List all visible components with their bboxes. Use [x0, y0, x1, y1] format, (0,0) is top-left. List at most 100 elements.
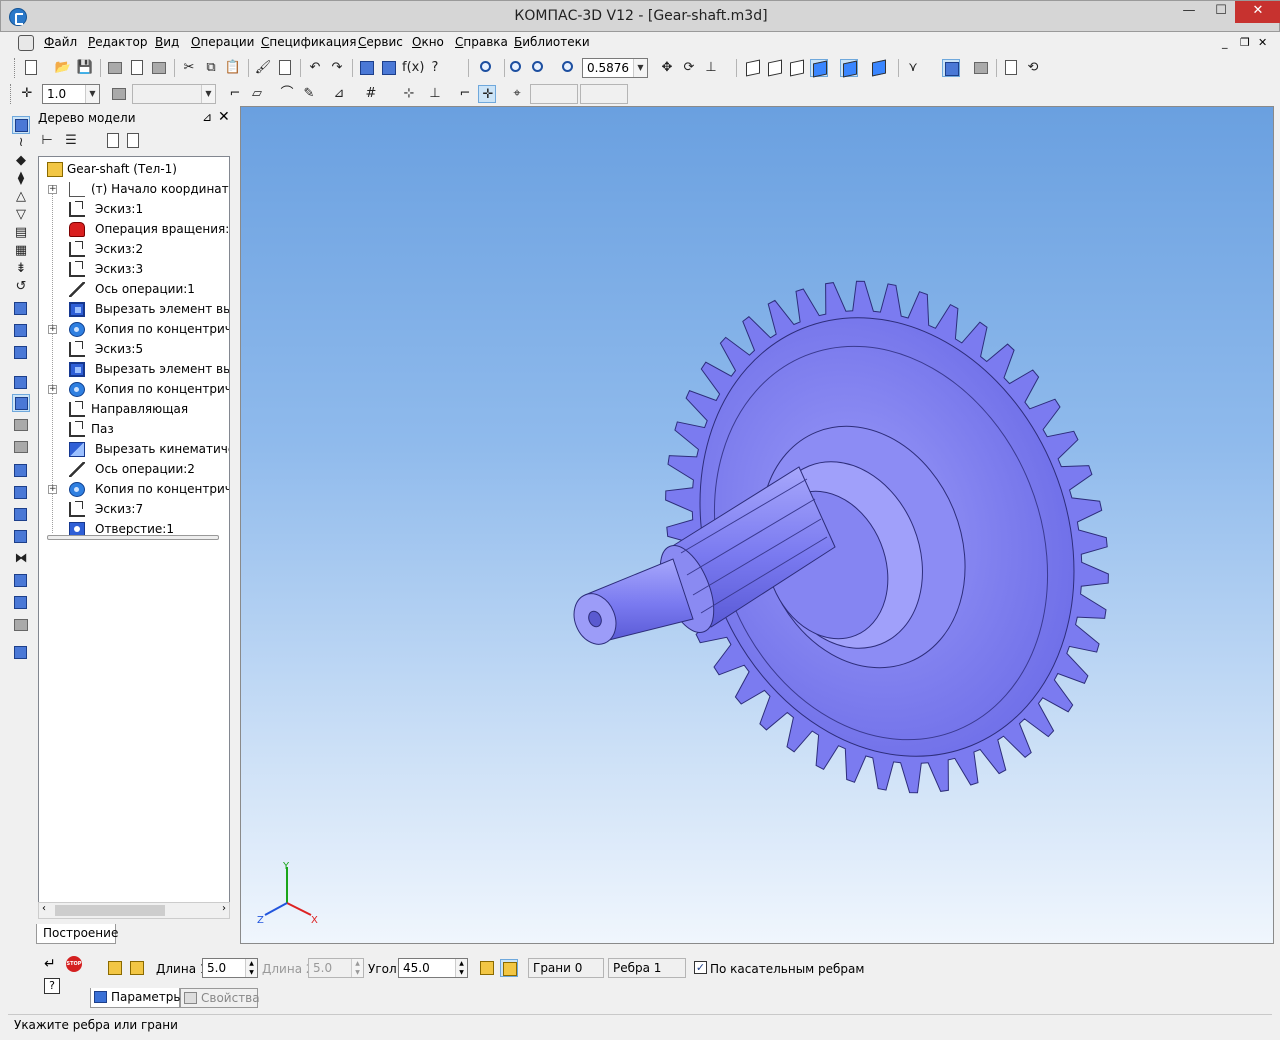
menu-operations[interactable]: Операции — [191, 35, 254, 49]
print-preview-button[interactable] — [128, 59, 146, 77]
coordinates-button[interactable]: ⌖ — [508, 85, 526, 103]
scroll-right-icon[interactable]: › — [222, 903, 226, 914]
save-button[interactable]: 💾 — [76, 59, 94, 77]
tab-construction[interactable]: Построение — [36, 924, 118, 944]
manager-button[interactable] — [358, 59, 376, 77]
ortho-button[interactable]: ⊹ — [400, 85, 418, 103]
toolbar-grip[interactable] — [10, 84, 13, 104]
step-dropdown-arrow[interactable] — [85, 85, 99, 103]
cut-button-v[interactable] — [12, 374, 30, 392]
tree-view-button[interactable]: ☰ — [62, 132, 80, 150]
snap-button[interactable]: ⌒ — [278, 85, 296, 103]
aux-geometry-button[interactable]: △ — [12, 188, 30, 206]
close-button[interactable]: ✕ — [1235, 1, 1280, 23]
wireframe-button[interactable] — [744, 59, 762, 77]
grid-button[interactable]: # — [362, 85, 380, 103]
properties-button[interactable] — [276, 59, 294, 77]
spec-tool-button[interactable]: ▦ — [12, 242, 30, 260]
paste-button[interactable]: 📋 — [224, 59, 242, 77]
direction-reverse-button[interactable] — [500, 959, 518, 977]
zoom-in-button[interactable] — [508, 59, 526, 77]
tree-item[interactable]: Вырезать кинематическі — [39, 439, 229, 459]
open-button[interactable]: 📂 — [54, 59, 72, 77]
document-system-menu-icon[interactable] — [18, 35, 34, 51]
perspective-button[interactable] — [870, 59, 888, 77]
maximize-button[interactable]: ☐ — [1205, 1, 1237, 23]
menu-window[interactable]: Окно — [412, 35, 444, 49]
expand-icon[interactable]: + — [48, 485, 57, 494]
chamfer-type-distance-button[interactable] — [106, 959, 124, 977]
tab-properties[interactable]: Свойства — [180, 988, 260, 1008]
expand-icon[interactable]: + — [48, 325, 57, 334]
step-cursor-button[interactable]: ✛ — [18, 85, 36, 103]
spec-button[interactable] — [1002, 59, 1020, 77]
layer-select[interactable] — [132, 84, 216, 104]
library-button[interactable] — [972, 59, 990, 77]
help-pointer-button[interactable]: ? — [426, 59, 444, 77]
tree-horizontal-scrollbar[interactable]: ‹ › — [38, 902, 230, 919]
chamfer-button[interactable] — [12, 394, 30, 412]
scale-button[interactable] — [12, 644, 30, 662]
zoom-all-button[interactable] — [530, 59, 548, 77]
new-document-button[interactable] — [22, 59, 40, 77]
tree-structure-button[interactable]: ⊢ — [38, 132, 56, 150]
edit-in-place-button[interactable] — [942, 59, 960, 77]
expand-icon[interactable]: + — [48, 385, 57, 394]
tangent-edges-checkbox[interactable]: ✓ — [694, 961, 707, 974]
tree-item[interactable]: Ось операции:1 — [39, 279, 229, 299]
angle-spinner[interactable]: ▲ ▼ — [455, 959, 467, 977]
print-button[interactable] — [106, 59, 124, 77]
toolbar-grip[interactable] — [14, 58, 17, 78]
tree-item[interactable]: Вырезать элемент выдав — [39, 359, 229, 379]
chamfer-type-angle-button[interactable] — [128, 959, 146, 977]
rib-button[interactable] — [12, 484, 30, 502]
expand-icon[interactable]: + — [48, 185, 57, 194]
layer-dropdown-arrow[interactable] — [201, 85, 215, 103]
zoom-scale-field[interactable]: 0.5876 — [582, 58, 648, 78]
zoom-window-button[interactable] — [478, 59, 496, 77]
direction-button[interactable] — [478, 959, 496, 977]
tree-item[interactable]: Эскиз:1 — [39, 199, 229, 219]
rebuild-button[interactable]: ⟲ — [1024, 59, 1042, 77]
fillet-button[interactable] — [12, 416, 30, 434]
tree-item[interactable]: + Копия по концентричесі — [39, 379, 229, 399]
filter-button[interactable]: ⋎ — [904, 59, 922, 77]
angle-input[interactable]: 45.0 ▲ ▼ — [398, 958, 468, 978]
tree-copy-button[interactable] — [124, 132, 142, 150]
model-tree-button[interactable] — [380, 59, 398, 77]
local-snap-button[interactable]: ✎ — [300, 85, 318, 103]
sketch-button[interactable]: ⌐ — [226, 85, 244, 103]
split-button[interactable] — [12, 594, 30, 612]
sweep-button[interactable] — [12, 344, 30, 362]
diagnostics-button[interactable]: ▽ — [12, 206, 30, 224]
menu-service[interactable]: Сервис — [358, 35, 403, 49]
plane-button[interactable]: ▱ — [248, 85, 266, 103]
copy-button[interactable]: ⧉ — [202, 59, 220, 77]
zoom-scale-button[interactable] — [560, 59, 578, 77]
pin-icon[interactable]: ⊿ — [202, 110, 212, 124]
menu-libraries[interactable]: Библиотеки — [514, 35, 590, 49]
length1-spinner[interactable]: ▲ ▼ — [245, 959, 257, 977]
hidden-lines-button[interactable] — [766, 59, 784, 77]
print-setup-button[interactable] — [150, 59, 168, 77]
elements-button[interactable]: ↺ — [12, 278, 30, 296]
format-painter-button[interactable]: 🖌 — [254, 59, 272, 77]
tree-item[interactable]: Эскиз:5 — [39, 339, 229, 359]
tree-item[interactable]: Вырезать элемент выдав — [39, 299, 229, 319]
surfaces-button[interactable]: ◆ — [12, 152, 30, 170]
tree-item[interactable]: Эскиз:7 — [39, 499, 229, 519]
round-off-button[interactable]: ✛ — [478, 85, 496, 103]
pan-button[interactable]: ✥ — [658, 59, 676, 77]
cursor-step-field[interactable]: 1.0 — [42, 84, 100, 104]
stepped-button[interactable]: ⌐ — [456, 85, 474, 103]
scroll-left-icon[interactable]: ‹ — [42, 903, 46, 914]
reports-button[interactable]: ⇟ — [12, 260, 30, 278]
undo-button[interactable]: ↶ — [306, 59, 324, 77]
create-object-icon[interactable]: ↵ — [44, 956, 56, 972]
tab-parameters[interactable]: Параметры — [90, 988, 183, 1008]
length2-spinner[interactable]: ▲ ▼ — [351, 959, 363, 977]
layer-button[interactable] — [110, 85, 128, 103]
y-coordinate-field[interactable] — [580, 84, 628, 104]
menu-help[interactable]: Справка — [455, 35, 508, 49]
cut-button[interactable]: ✂ — [180, 59, 198, 77]
